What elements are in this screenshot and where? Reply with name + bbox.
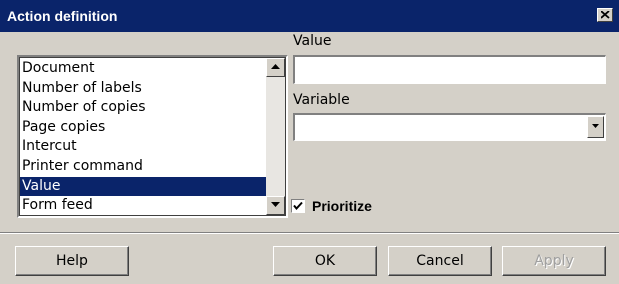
separator-highlight (0, 233, 619, 234)
arrow-up-icon (271, 64, 280, 69)
arrow-down-icon (271, 202, 280, 207)
close-button[interactable] (597, 8, 613, 22)
cancel-button[interactable]: Cancel (388, 246, 492, 276)
scroll-thumb[interactable] (266, 77, 285, 79)
prioritize-checkbox[interactable] (291, 199, 305, 213)
variable-label: Variable (293, 92, 350, 108)
chevron-down-icon (592, 124, 599, 128)
close-icon (601, 11, 610, 19)
list-item[interactable]: Document (20, 59, 266, 79)
title-bar: Action definition (0, 0, 619, 32)
scroll-up-button[interactable] (266, 58, 285, 77)
prioritize-label[interactable]: Prioritize (312, 198, 372, 214)
scroll-down-button[interactable] (266, 196, 285, 215)
list-item[interactable]: Printer command (20, 157, 266, 177)
list-scrollbar[interactable] (266, 58, 285, 215)
ok-button[interactable]: OK (273, 246, 377, 276)
checkmark-icon (293, 201, 303, 211)
apply-button[interactable]: Apply (502, 246, 606, 276)
value-input[interactable] (293, 55, 606, 84)
dialog-title: Action definition (7, 8, 118, 24)
list-item[interactable]: Intercut (20, 137, 266, 157)
variable-dropdown-button[interactable] (587, 116, 604, 138)
value-label: Value (293, 33, 332, 49)
list-item[interactable]: Number of copies (20, 98, 266, 118)
list-item[interactable]: Number of labels (20, 79, 266, 99)
action-listbox[interactable]: Document Number of labels Number of copies… (17, 55, 288, 218)
variable-dropdown[interactable] (293, 113, 606, 141)
list-item[interactable]: Value (20, 176, 266, 197)
help-button[interactable]: Help (15, 246, 129, 276)
list-item[interactable]: Page copies (20, 118, 266, 138)
list-item[interactable]: Form feed (20, 196, 266, 216)
